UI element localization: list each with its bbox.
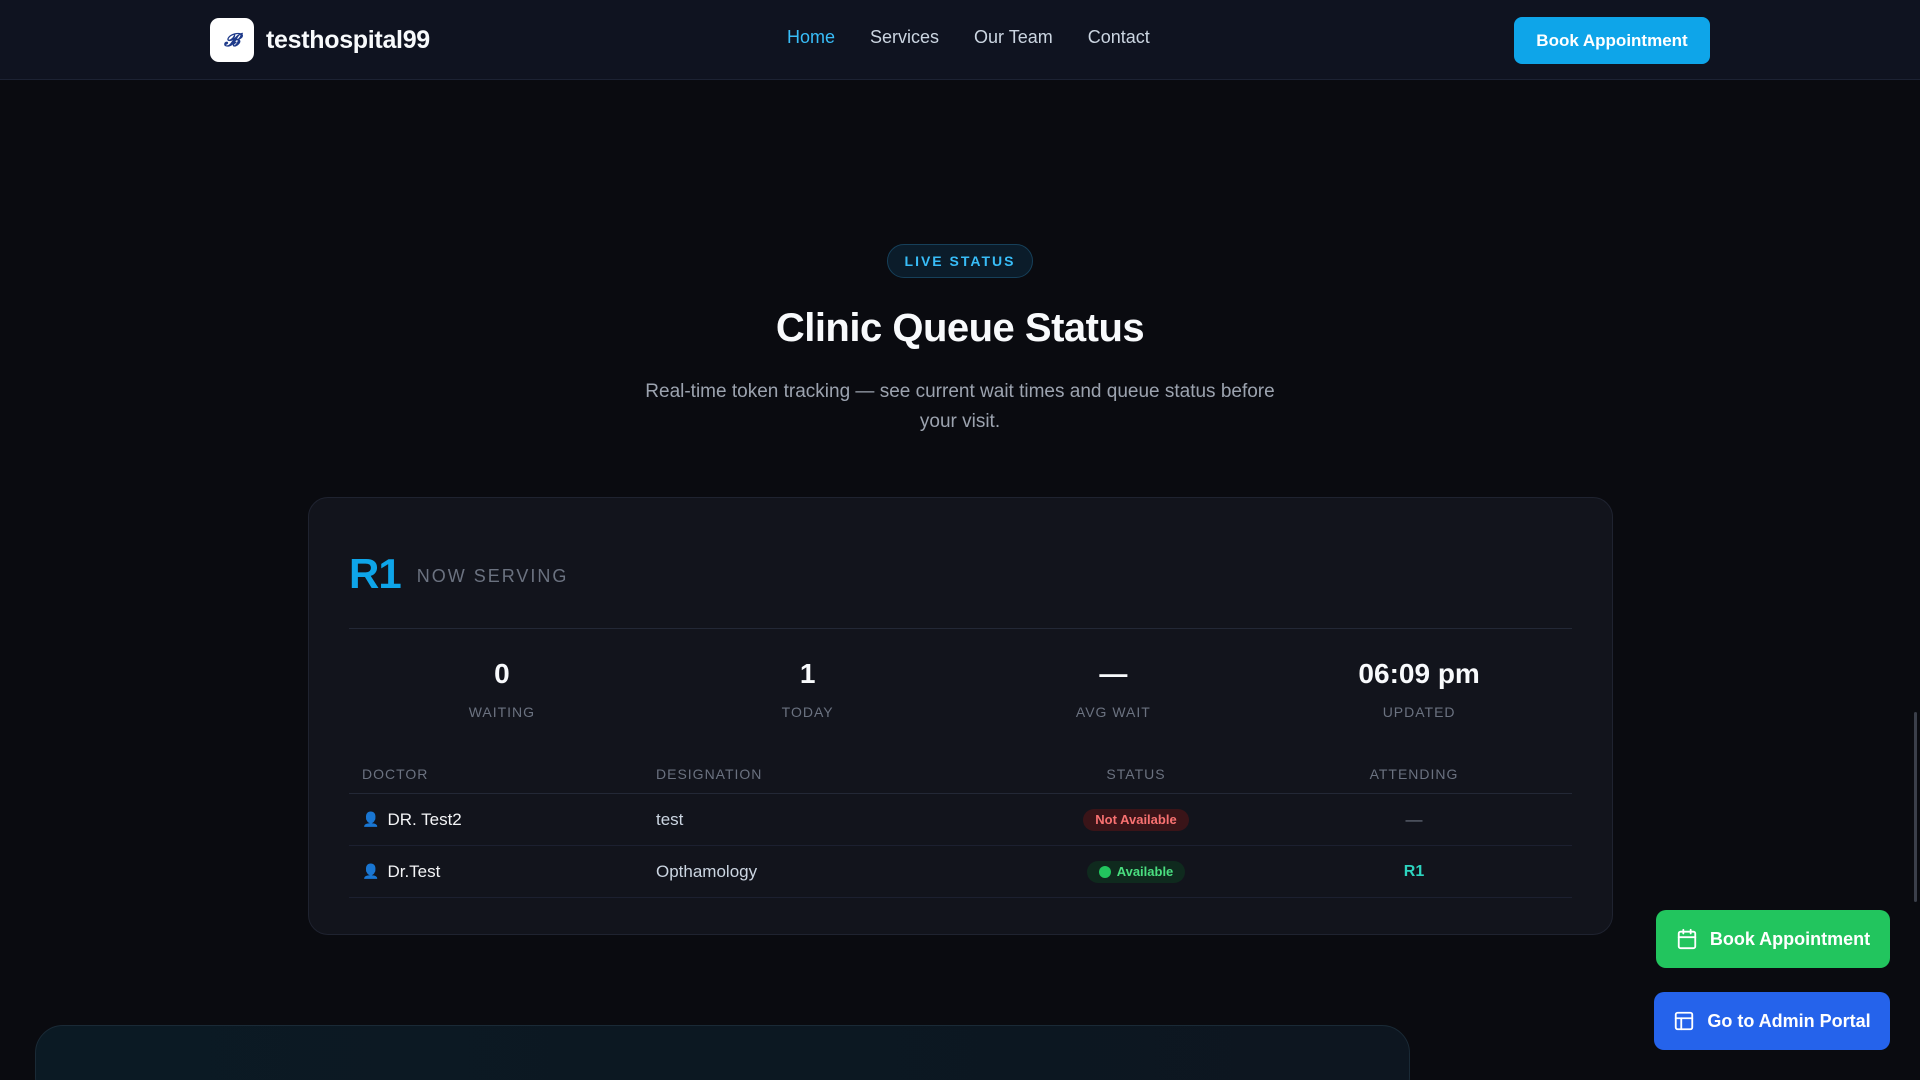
now-serving-token: R1 bbox=[349, 550, 402, 597]
table-row: 👤 DR. Test2 test Not Available — bbox=[349, 794, 1572, 846]
scrollbar[interactable] bbox=[1914, 712, 1917, 902]
nav-links: Home Services Our Team Contact bbox=[787, 27, 1150, 48]
doctor-cell: 👤 DR. Test2 bbox=[349, 810, 656, 830]
hospital-logo-icon: 𝓑 bbox=[210, 18, 254, 62]
doctor-table: DOCTOR DESIGNATION STATUS ATTENDING 👤 DR… bbox=[349, 754, 1572, 898]
nav-link-our-team[interactable]: Our Team bbox=[974, 27, 1053, 48]
now-serving-label: NOW SERVING bbox=[416, 565, 569, 586]
floating-book-label: Book Appointment bbox=[1709, 928, 1871, 949]
brand-name: testhospital99 bbox=[266, 25, 430, 54]
layout-icon bbox=[1675, 1011, 1694, 1031]
status-dot-icon bbox=[1098, 865, 1111, 878]
stat-label: AVG WAIT bbox=[1075, 704, 1151, 720]
doctor-name: DR. Test2 bbox=[387, 809, 462, 829]
brand[interactable]: 𝓑 testhospital99 bbox=[210, 18, 430, 62]
nav-link-services[interactable]: Services bbox=[870, 27, 939, 48]
status-badge: Available bbox=[1086, 860, 1186, 883]
floating-book-appointment-button[interactable]: Book Appointment bbox=[1656, 910, 1890, 968]
person-icon: 👤 bbox=[362, 863, 380, 879]
divider bbox=[349, 628, 1572, 629]
table-row: 👤 Dr.Test Opthamology Available R1 bbox=[349, 846, 1572, 898]
nav-book-appointment-button[interactable]: Book Appointment bbox=[1514, 17, 1710, 64]
stat-label: UPDATED bbox=[1382, 704, 1456, 720]
stat-label: WAITING bbox=[468, 704, 536, 720]
queue-card: R1 NOW SERVING 0 WAITING 1 TODAY — AVG W… bbox=[308, 497, 1613, 935]
attending-cell: — bbox=[1256, 810, 1572, 830]
column-header-status: STATUS bbox=[1106, 765, 1166, 782]
status-cell: Not Available bbox=[1016, 808, 1256, 831]
status-cell: Available bbox=[1016, 860, 1256, 883]
calendar-icon bbox=[1677, 928, 1697, 950]
live-status-badge: LIVE STATUS bbox=[887, 244, 1033, 278]
status-badge: Not Available bbox=[1083, 808, 1189, 831]
column-header-doctor: DOCTOR bbox=[362, 765, 429, 782]
stat-waiting: 0 WAITING bbox=[349, 658, 655, 720]
stat-value: — bbox=[1099, 658, 1128, 689]
queue-stats: 0 WAITING 1 TODAY — AVG WAIT 06:09 pm UP… bbox=[349, 658, 1572, 720]
page-title: Clinic Queue Status bbox=[775, 306, 1145, 350]
column-header-attending: ATTENDING bbox=[1369, 765, 1459, 782]
stat-value: 0 bbox=[494, 658, 510, 689]
stat-value: 06:09 pm bbox=[1358, 658, 1480, 689]
next-section-panel bbox=[35, 1025, 1410, 1080]
table-header: DOCTOR DESIGNATION STATUS ATTENDING bbox=[349, 754, 1572, 794]
top-navbar: 𝓑 testhospital99 Home Services Our Team … bbox=[0, 0, 1920, 80]
stat-label: TODAY bbox=[781, 704, 834, 720]
designation-cell: Opthamology bbox=[656, 861, 758, 881]
column-header-designation: DESIGNATION bbox=[656, 765, 763, 782]
attending-cell: R1 bbox=[1256, 863, 1572, 881]
doctor-name: Dr.Test bbox=[387, 861, 441, 881]
stat-avg-wait: — AVG WAIT bbox=[961, 658, 1267, 720]
attending-value: — bbox=[1405, 809, 1423, 829]
doctor-cell: 👤 Dr.Test bbox=[349, 862, 656, 882]
attending-value: R1 bbox=[1403, 862, 1425, 880]
admin-portal-label: Go to Admin Portal bbox=[1707, 1010, 1871, 1031]
person-icon: 👤 bbox=[362, 811, 380, 827]
designation-cell: test bbox=[656, 809, 684, 829]
status-text: Available bbox=[1116, 864, 1174, 879]
stat-updated: 06:09 pm UPDATED bbox=[1266, 658, 1572, 720]
now-serving: R1 NOW SERVING bbox=[349, 550, 568, 598]
stat-value: 1 bbox=[799, 658, 816, 689]
nav-link-contact[interactable]: Contact bbox=[1088, 27, 1150, 48]
go-to-admin-portal-button[interactable]: Go to Admin Portal bbox=[1654, 992, 1890, 1050]
nav-link-home[interactable]: Home bbox=[787, 27, 835, 48]
page-subtitle: Real-time token tracking — see current w… bbox=[645, 381, 1275, 432]
stat-today: 1 TODAY bbox=[655, 658, 961, 720]
